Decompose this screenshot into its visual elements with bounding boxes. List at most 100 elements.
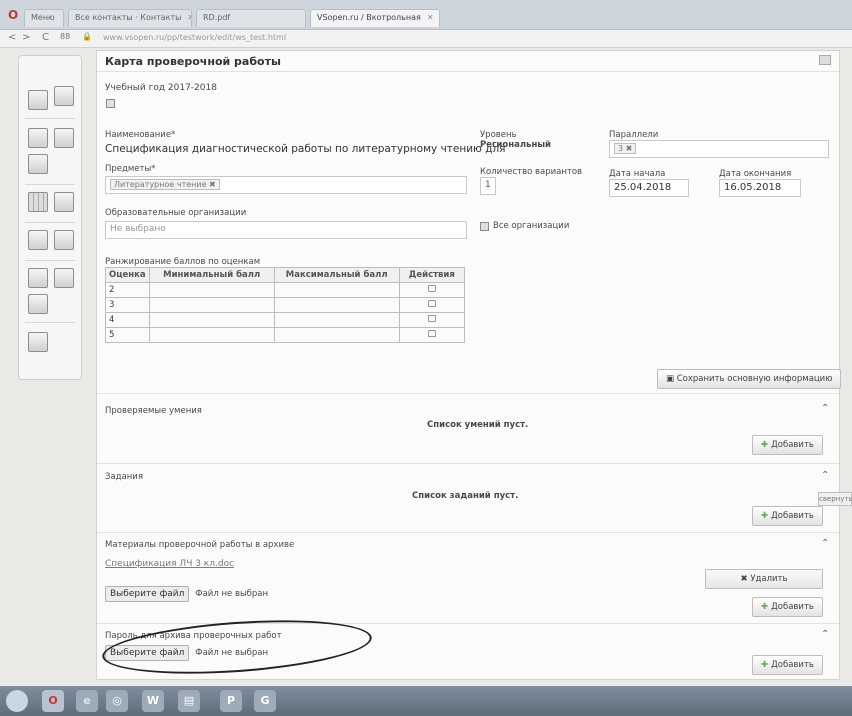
forward-icon[interactable]: > bbox=[22, 32, 30, 43]
app-icon[interactable]: G bbox=[254, 690, 276, 712]
calendar-icon[interactable] bbox=[28, 154, 48, 174]
min-score-cell[interactable] bbox=[148, 312, 275, 328]
chrome-icon[interactable]: ◎ bbox=[106, 690, 128, 712]
table-row: 3 bbox=[105, 297, 466, 313]
users-icon[interactable] bbox=[54, 86, 74, 106]
materials-file-link[interactable]: Спецификация ЛЧ 3 кл.doc bbox=[105, 559, 234, 569]
side-tooltip[interactable]: свернуть bbox=[818, 492, 852, 506]
parallels-field[interactable]: 3 ✖ bbox=[609, 140, 829, 158]
start-date-label: Дата начала bbox=[609, 169, 666, 179]
chevron-up-icon[interactable]: ⌃ bbox=[821, 403, 829, 414]
ie-icon[interactable]: e bbox=[76, 690, 98, 712]
document-icon[interactable] bbox=[54, 192, 74, 212]
subject-chip: Литературное чтение ✖ bbox=[110, 179, 220, 190]
word-icon[interactable]: W bbox=[142, 690, 164, 712]
orgs-field[interactable]: Не выбрано bbox=[105, 221, 467, 239]
monitor-icon[interactable] bbox=[54, 268, 74, 288]
grades-header: Оценка bbox=[105, 267, 150, 283]
opera-logo-icon[interactable]: O bbox=[8, 8, 18, 22]
max-score-cell[interactable] bbox=[273, 297, 400, 313]
tab-label: Все контакты · Контакты bbox=[75, 13, 182, 22]
edit-icon[interactable] bbox=[427, 315, 436, 322]
all-orgs-label: Все организации bbox=[493, 221, 570, 231]
end-date-label: Дата окончания bbox=[719, 169, 792, 179]
table-icon[interactable] bbox=[28, 192, 48, 212]
add-material-button[interactable]: ✚ Добавить bbox=[752, 597, 823, 617]
add-task-button[interactable]: ✚ Добавить bbox=[752, 506, 823, 526]
tab-pdf[interactable]: RD.pdf bbox=[196, 9, 306, 27]
folder-icon[interactable]: ▤ bbox=[178, 690, 200, 712]
delete-file-button[interactable]: ✖ Удалить bbox=[705, 569, 823, 589]
divider bbox=[97, 393, 839, 394]
parallels-label: Параллели bbox=[609, 130, 659, 140]
subjects-label: Предметы* bbox=[105, 164, 156, 174]
speed-dial-icon[interactable]: 88 bbox=[60, 32, 70, 41]
school-icon[interactable] bbox=[28, 128, 48, 148]
max-score-cell[interactable] bbox=[273, 312, 400, 328]
start-icon[interactable] bbox=[6, 690, 28, 712]
report-icon[interactable] bbox=[28, 230, 48, 250]
edit-icon[interactable] bbox=[427, 330, 436, 337]
table-row: 5 bbox=[105, 327, 466, 343]
chevron-up-icon[interactable]: ⌃ bbox=[821, 538, 829, 549]
grades-header: Минимальный балл bbox=[148, 267, 275, 283]
level-label: Уровень bbox=[480, 130, 517, 140]
chart-icon[interactable] bbox=[28, 268, 48, 288]
min-score-cell[interactable] bbox=[148, 327, 275, 343]
close-icon[interactable]: ✕ bbox=[187, 13, 191, 22]
grade-cell: 3 bbox=[105, 297, 150, 313]
tab-menu[interactable]: Меню bbox=[24, 9, 64, 27]
tasks-section-title: Задания bbox=[105, 472, 143, 482]
close-icon[interactable]: ✕ bbox=[427, 13, 434, 22]
table-row: 4 bbox=[105, 312, 466, 328]
add-button-label: Добавить bbox=[771, 511, 814, 521]
add-skill-button[interactable]: ✚ Добавить bbox=[752, 435, 823, 455]
chevron-up-icon[interactable]: ⌃ bbox=[821, 629, 829, 640]
grades-header: Максимальный балл bbox=[273, 267, 400, 283]
edit-icon[interactable] bbox=[427, 285, 436, 292]
add-button-label: Добавить bbox=[771, 660, 814, 670]
grades-header: Действия bbox=[398, 267, 466, 283]
back-icon[interactable]: < bbox=[8, 32, 16, 43]
chevron-up-icon[interactable]: ⌃ bbox=[821, 470, 829, 481]
max-score-cell[interactable] bbox=[273, 282, 400, 298]
building-icon[interactable] bbox=[54, 128, 74, 148]
divider bbox=[25, 184, 75, 185]
app-icon[interactable]: P bbox=[220, 690, 242, 712]
end-date-field[interactable]: 16.05.2018 bbox=[719, 179, 801, 197]
tab-vsopen[interactable]: VSopen.ru / Вкотрольная ✕ bbox=[310, 9, 440, 27]
save-main-info-button[interactable]: ▣ Сохранить основную информацию bbox=[657, 369, 842, 389]
max-score-cell[interactable] bbox=[273, 327, 400, 343]
variants-field[interactable]: 1 bbox=[480, 177, 496, 195]
edit-icon[interactable] bbox=[427, 300, 436, 307]
name-value[interactable]: Спецификация диагностической работы по л… bbox=[105, 143, 506, 155]
tab-contacts[interactable]: Все контакты · Контакты ✕ bbox=[68, 9, 192, 27]
archive-icon[interactable] bbox=[54, 230, 74, 250]
materials-section-title: Материалы проверочной работы в архиве bbox=[105, 540, 295, 550]
url-field[interactable]: www.vsopen.ru/pp/testwork/edit/ws_test.h… bbox=[103, 33, 286, 42]
opera-icon[interactable]: O bbox=[42, 690, 64, 712]
materials-file-picker: Выберите файл Файл не выбран bbox=[105, 586, 268, 602]
academic-year: Учебный год 2017-2018 bbox=[105, 83, 217, 93]
edit-icon[interactable] bbox=[106, 99, 115, 108]
choose-file-button[interactable]: Выберите файл bbox=[105, 586, 190, 602]
divider bbox=[97, 532, 839, 533]
add-password-file-button[interactable]: ✚ Добавить bbox=[752, 655, 823, 675]
subjects-field[interactable]: Литературное чтение ✖ bbox=[105, 176, 467, 194]
tasks-empty-text: Список заданий пуст. bbox=[412, 491, 519, 501]
reload-icon[interactable]: C bbox=[42, 32, 49, 43]
divider bbox=[97, 463, 839, 464]
close-icon[interactable]: ✖ bbox=[626, 144, 633, 153]
start-date-field[interactable]: 25.04.2018 bbox=[609, 179, 689, 197]
work-card-panel: Карта проверочной работы Учебный год 201… bbox=[96, 50, 842, 680]
home-icon[interactable] bbox=[28, 332, 48, 352]
tab-label: VSopen.ru / Вкотрольная bbox=[317, 13, 421, 22]
subject-chip-label: Литературное чтение bbox=[114, 180, 207, 189]
all-orgs-checkbox[interactable] bbox=[480, 222, 489, 231]
user-icon[interactable] bbox=[28, 90, 48, 110]
analytics-icon[interactable] bbox=[28, 294, 48, 314]
close-icon[interactable]: ✖ bbox=[209, 180, 216, 189]
collapse-icon[interactable] bbox=[819, 55, 831, 65]
min-score-cell[interactable] bbox=[148, 297, 275, 313]
min-score-cell[interactable] bbox=[148, 282, 275, 298]
